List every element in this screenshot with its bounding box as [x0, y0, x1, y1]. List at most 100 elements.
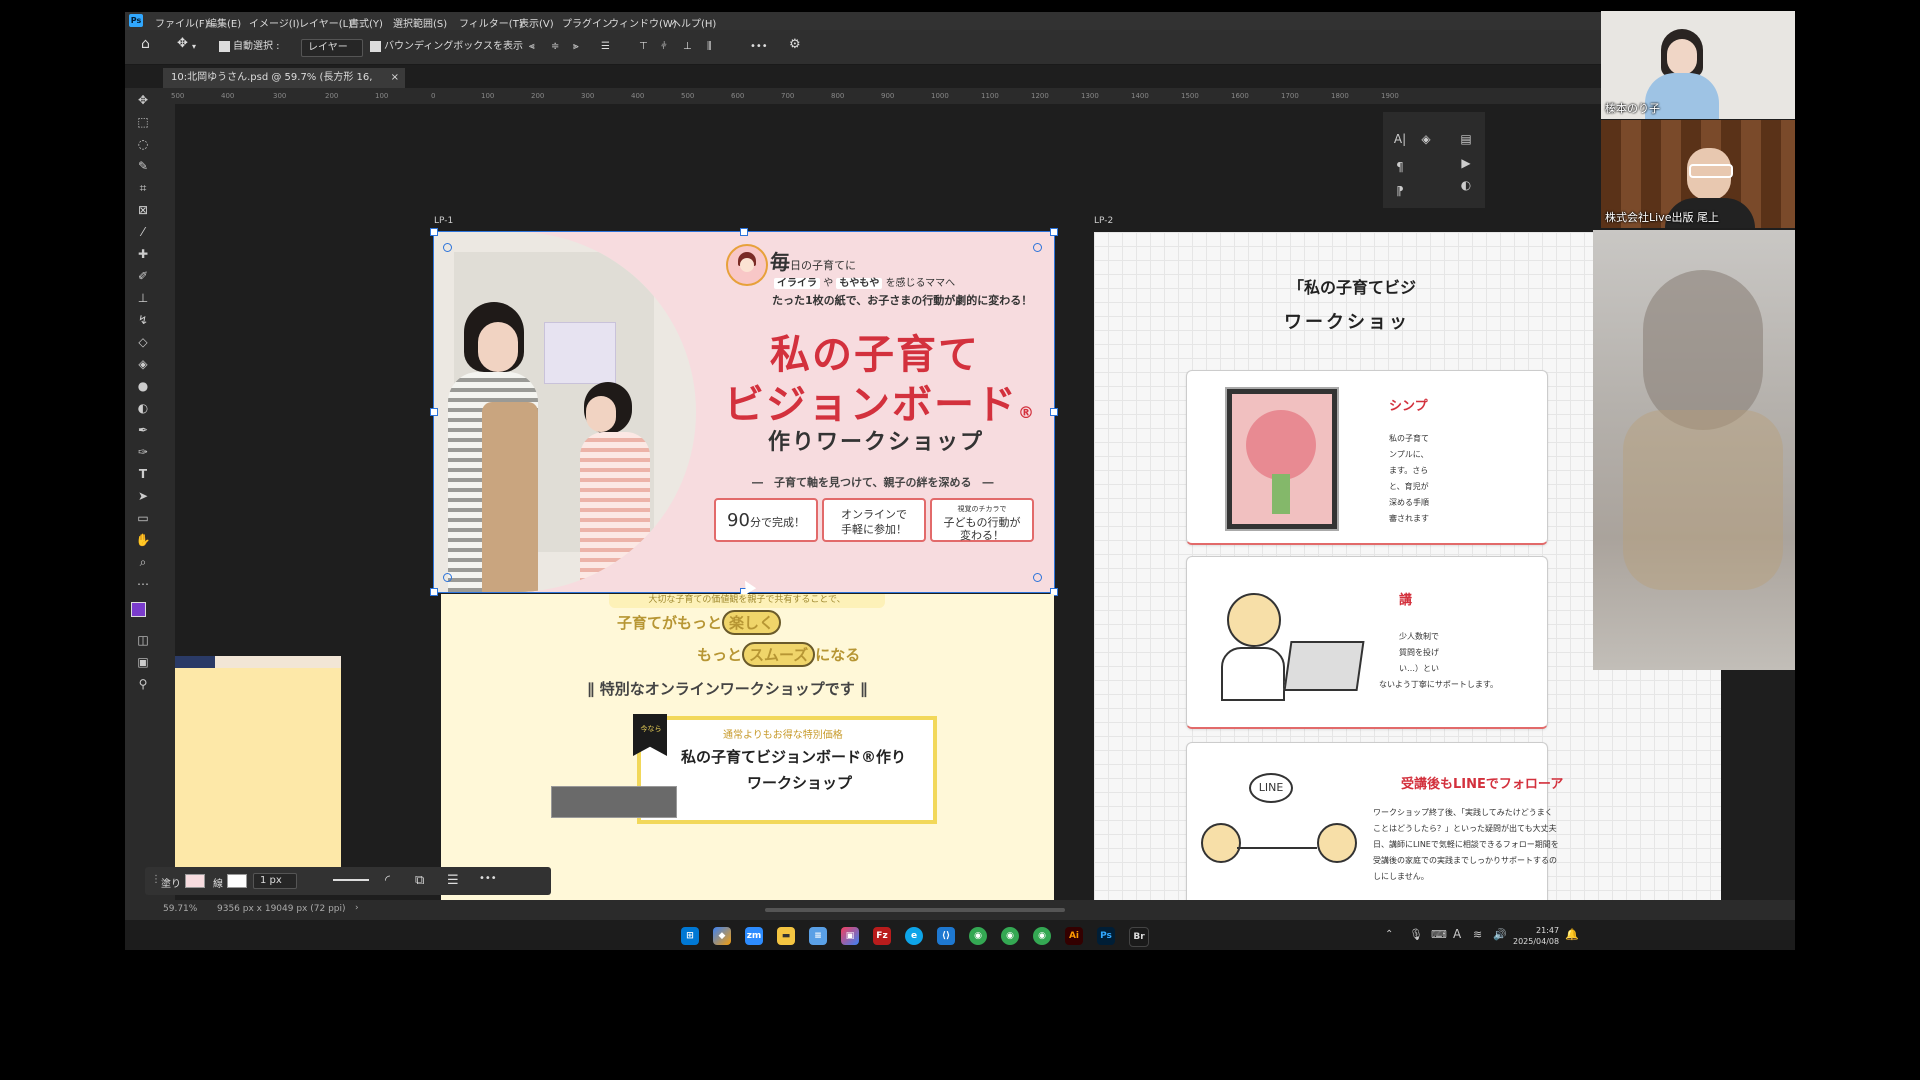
align-middle-icon[interactable]: ⫩: [661, 39, 667, 55]
fill-color-swatch[interactable]: [185, 874, 205, 888]
gear-icon[interactable]: ⚙: [789, 37, 801, 53]
settings-sliders-icon[interactable]: ☰: [447, 873, 459, 888]
stamp-tool-icon[interactable]: ⊥: [133, 290, 153, 306]
corner-anchor[interactable]: [1033, 243, 1042, 252]
character-panel-icon[interactable]: A|: [1389, 128, 1411, 150]
copilot-icon[interactable]: ◆: [713, 927, 731, 945]
foreground-color-swatch[interactable]: [131, 602, 146, 617]
chrome-icon[interactable]: ◉: [1001, 927, 1019, 945]
more-options-icon[interactable]: •••: [479, 873, 497, 884]
chevron-right-icon[interactable]: ›: [355, 903, 359, 913]
pen-tool-alt-icon[interactable]: ✑: [133, 444, 153, 460]
distribute-icon[interactable]: ☰: [601, 39, 610, 55]
corner-anchor[interactable]: [1033, 573, 1042, 582]
horizontal-ruler[interactable]: 500 400 300 200 100 0 100 200 300 400 50…: [161, 88, 1721, 105]
frame-tool-icon[interactable]: ⊠: [133, 202, 153, 218]
artboard-lp1-hero[interactable]: 毎日の子育てに イライラ や もやもや を感じるママへ たった1枚の紙で、お子さ…: [434, 232, 1054, 592]
pen-tool-icon[interactable]: ✒: [133, 422, 153, 438]
eraser-tool-icon[interactable]: ◇: [133, 334, 153, 350]
keyboard-icon[interactable]: ⌨: [1431, 928, 1447, 941]
lasso-tool-icon[interactable]: ◌: [133, 136, 153, 152]
transform-handle[interactable]: [430, 588, 438, 596]
libraries-panel-icon[interactable]: ▤: [1455, 128, 1477, 150]
path-operations-icon[interactable]: ⧉: [415, 873, 424, 888]
adjustments-panel-icon[interactable]: ◐: [1455, 174, 1477, 196]
filezilla-icon[interactable]: Fz: [873, 927, 891, 945]
notification-bell-icon[interactable]: 🔔: [1565, 928, 1579, 941]
menu-filter[interactable]: フィルター(T): [459, 15, 523, 30]
paragraph-style-icon[interactable]: ⁋: [1389, 180, 1411, 202]
chevron-down-icon[interactable]: ▾: [192, 39, 196, 55]
menu-type[interactable]: 書式(Y): [349, 15, 383, 30]
video-tile-blurred[interactable]: [1593, 230, 1795, 670]
eyedropper-tool-icon[interactable]: ⁄: [133, 224, 153, 240]
history-brush-icon[interactable]: ↯: [133, 312, 153, 328]
quick-mask-icon[interactable]: ◫: [133, 632, 153, 648]
stroke-width-dropdown[interactable]: 1 px: [253, 873, 297, 889]
horizontal-scrollbar[interactable]: [765, 908, 1065, 912]
edge-icon[interactable]: e: [905, 927, 923, 945]
menu-image[interactable]: イメージ(I): [249, 15, 300, 30]
file-explorer-icon[interactable]: ▬: [777, 927, 795, 945]
zoom-tool-icon[interactable]: ⌕: [133, 554, 153, 570]
extra-tool-icon[interactable]: ⚲: [133, 676, 153, 692]
marquee-tool-icon[interactable]: ⬚: [133, 114, 153, 130]
chrome-icon[interactable]: ◉: [969, 927, 987, 945]
layers-panel-icon[interactable]: ◈: [1415, 128, 1437, 150]
blur-tool-icon[interactable]: ●: [133, 378, 153, 394]
artboard-lp1-lower[interactable]: 大切な子育ての価値観を親子で共有することで、 子育てがもっと 楽しく もっと スムー…: [441, 594, 1054, 900]
drag-handle-icon[interactable]: ⋮: [151, 874, 161, 885]
hand-tool-icon[interactable]: ✋: [133, 532, 153, 548]
quick-select-tool-icon[interactable]: ✎: [133, 158, 153, 174]
layer-select-dropdown[interactable]: レイヤー: [301, 39, 363, 57]
photoshop-icon[interactable]: Ps: [1097, 927, 1115, 945]
move-tool-icon[interactable]: ✥: [133, 92, 153, 108]
more-tools-icon[interactable]: ⋯: [133, 576, 153, 592]
corner-anchor[interactable]: [443, 573, 452, 582]
menu-select[interactable]: 選択範囲(S): [393, 15, 447, 30]
transform-handle[interactable]: [1050, 228, 1058, 236]
align-right-icon[interactable]: ⫸: [573, 39, 579, 55]
healing-brush-icon[interactable]: ✚: [133, 246, 153, 262]
path-select-icon[interactable]: ➤: [133, 488, 153, 504]
vertical-ruler[interactable]: [161, 104, 176, 900]
chevron-up-icon[interactable]: ⌃: [1385, 929, 1393, 940]
zoom-icon[interactable]: zm: [745, 927, 763, 945]
transform-handle[interactable]: [740, 228, 748, 236]
windows-start-icon[interactable]: ⊞: [681, 927, 699, 945]
align-left-icon[interactable]: ⫷: [529, 39, 535, 55]
video-tile-participant-2[interactable]: 株式会社Live出版 尾上: [1601, 120, 1795, 228]
screen-mode-icon[interactable]: ▣: [133, 654, 153, 670]
crop-tool-icon[interactable]: ⌗: [133, 180, 153, 196]
chrome-icon[interactable]: ◉: [1033, 927, 1051, 945]
menu-edit[interactable]: 編集(E): [207, 15, 241, 30]
align-bottom-icon[interactable]: ⊥: [683, 39, 692, 55]
artboard-label-lp1[interactable]: LP-1: [434, 216, 453, 226]
rectangle-tool-icon[interactable]: ▭: [133, 510, 153, 526]
move-tool-icon[interactable]: ✥: [177, 36, 188, 52]
menu-plugins[interactable]: プラグイン: [562, 15, 612, 30]
transform-handle[interactable]: [430, 408, 438, 416]
actions-panel-icon[interactable]: ▶: [1455, 152, 1477, 174]
close-icon[interactable]: ×: [391, 68, 399, 88]
menu-file[interactable]: ファイル(F): [155, 15, 209, 30]
canvas[interactable]: LP-1 毎日の子育てに イライラ や もやもや を感じるママへ たった1枚の紙…: [175, 104, 1721, 900]
notepad-icon[interactable]: ≡: [809, 927, 827, 945]
transform-handle[interactable]: [430, 228, 438, 236]
illustrator-icon[interactable]: Ai: [1065, 927, 1083, 945]
microphone-icon[interactable]: 🎙: [1409, 928, 1423, 941]
home-icon[interactable]: ⌂: [141, 36, 150, 52]
corner-anchor[interactable]: [443, 243, 452, 252]
clock[interactable]: 21:47 2025/04/08: [1513, 925, 1559, 947]
volume-icon[interactable]: 🔊: [1493, 928, 1507, 941]
align-top-icon[interactable]: ⊤: [639, 39, 648, 55]
video-tile-participant-1[interactable]: 榛本のり子: [1601, 11, 1795, 119]
wifi-icon[interactable]: ≋: [1473, 928, 1482, 941]
menu-window[interactable]: ウィンドウ(W): [609, 15, 677, 30]
menu-view[interactable]: 表示(V): [519, 15, 554, 30]
corner-radius-icon[interactable]: ◜: [385, 873, 390, 888]
zoom-level[interactable]: 59.71%: [163, 904, 197, 914]
document-tab[interactable]: 10:北岡ゆうさん.psd @ 59.7% (長方形 16, RGB/8#) ×: [163, 68, 405, 103]
gradient-tool-icon[interactable]: ◈: [133, 356, 153, 372]
menu-layer[interactable]: レイヤー(L): [299, 15, 352, 30]
